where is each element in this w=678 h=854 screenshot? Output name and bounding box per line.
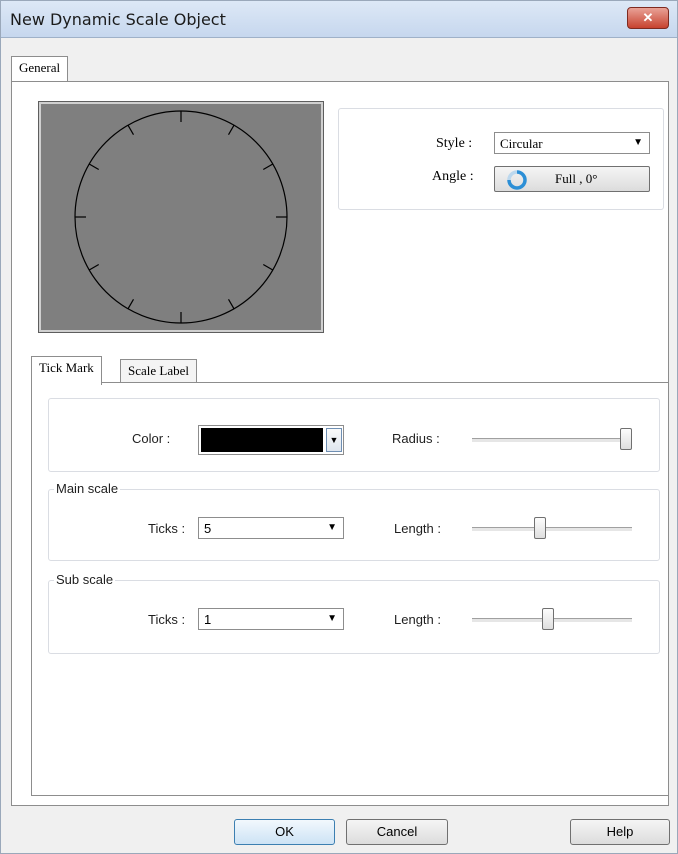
tab-scale-label-label: Scale Label: [128, 363, 189, 378]
chevron-down-icon: ▼: [327, 613, 337, 624]
radius-slider-track[interactable]: [472, 438, 632, 443]
main-ticks-label: Ticks :: [148, 521, 186, 536]
main-ticks-value: 5: [204, 521, 212, 536]
sub-scale-group: [48, 580, 660, 654]
tick-mark-panel: Color : ▼ Radius : Main scale Ticks : 5 …: [31, 382, 669, 796]
scale-preview-drawing: [74, 110, 288, 324]
scale-tick: [127, 298, 135, 310]
color-swatch: [201, 428, 323, 452]
radius-slider-thumb[interactable]: [620, 428, 632, 450]
color-label: Color :: [132, 431, 171, 446]
color-picker[interactable]: ▼: [198, 425, 344, 455]
cancel-button[interactable]: Cancel: [346, 819, 448, 845]
tab-tick-mark[interactable]: Tick Mark: [31, 356, 102, 385]
main-length-label: Length :: [394, 521, 441, 536]
ok-button-label: OK: [275, 824, 294, 839]
main-scale-group: [48, 489, 660, 561]
style-dropdown[interactable]: Circular ▼: [494, 132, 650, 154]
circular-arc-icon: [507, 170, 527, 190]
angle-value: Full , 0°: [555, 171, 598, 186]
sub-ticks-dropdown[interactable]: 1 ▼: [198, 608, 344, 630]
scale-tick: [262, 163, 274, 171]
style-value: Circular: [500, 136, 543, 151]
scale-tick: [88, 263, 100, 271]
window-title: New Dynamic Scale Object: [10, 10, 226, 29]
scale-tick: [262, 263, 274, 271]
style-group: [338, 108, 664, 210]
angle-button[interactable]: Full , 0°: [494, 166, 650, 192]
sub-length-label: Length :: [394, 612, 441, 627]
main-length-slider-thumb[interactable]: [534, 517, 547, 539]
sub-length-slider-thumb[interactable]: [541, 608, 554, 630]
main-ticks-dropdown[interactable]: 5 ▼: [198, 517, 344, 539]
sub-ticks-value: 1: [204, 612, 212, 627]
tab-general-label: General: [19, 60, 61, 75]
help-button-label: Help: [606, 824, 634, 839]
ok-button[interactable]: OK: [234, 819, 335, 845]
radius-label: Radius :: [392, 431, 440, 446]
main-length-slider-track[interactable]: [472, 527, 632, 532]
cancel-button-label: Cancel: [376, 824, 418, 839]
scale-circle: [74, 110, 288, 324]
chevron-down-icon: ▼: [329, 435, 339, 445]
title-bar[interactable]: New Dynamic Scale Object ✕: [1, 1, 677, 38]
scale-tick: [227, 298, 235, 310]
tab-general[interactable]: General: [11, 56, 69, 82]
chevron-down-icon: ▼: [633, 137, 643, 148]
chevron-down-icon: ▼: [327, 522, 337, 533]
scale-tick: [127, 124, 135, 136]
close-button[interactable]: ✕: [627, 7, 669, 29]
sub-ticks-label: Ticks :: [148, 612, 186, 627]
scale-tick: [227, 124, 235, 136]
angle-label: Angle :: [432, 169, 474, 184]
close-icon: ✕: [642, 10, 654, 25]
help-button[interactable]: Help: [570, 819, 670, 845]
main-scale-title: Main scale: [54, 481, 121, 496]
dialog-window: New Dynamic Scale Object ✕ General Style…: [0, 0, 678, 854]
tab-tick-mark-label: Tick Mark: [39, 360, 94, 375]
scale-tick: [88, 163, 100, 171]
scale-preview: [38, 101, 324, 333]
sub-scale-title: Sub scale: [54, 572, 116, 587]
style-label: Style :: [436, 136, 473, 151]
color-dropdown-button[interactable]: ▼: [326, 428, 342, 452]
